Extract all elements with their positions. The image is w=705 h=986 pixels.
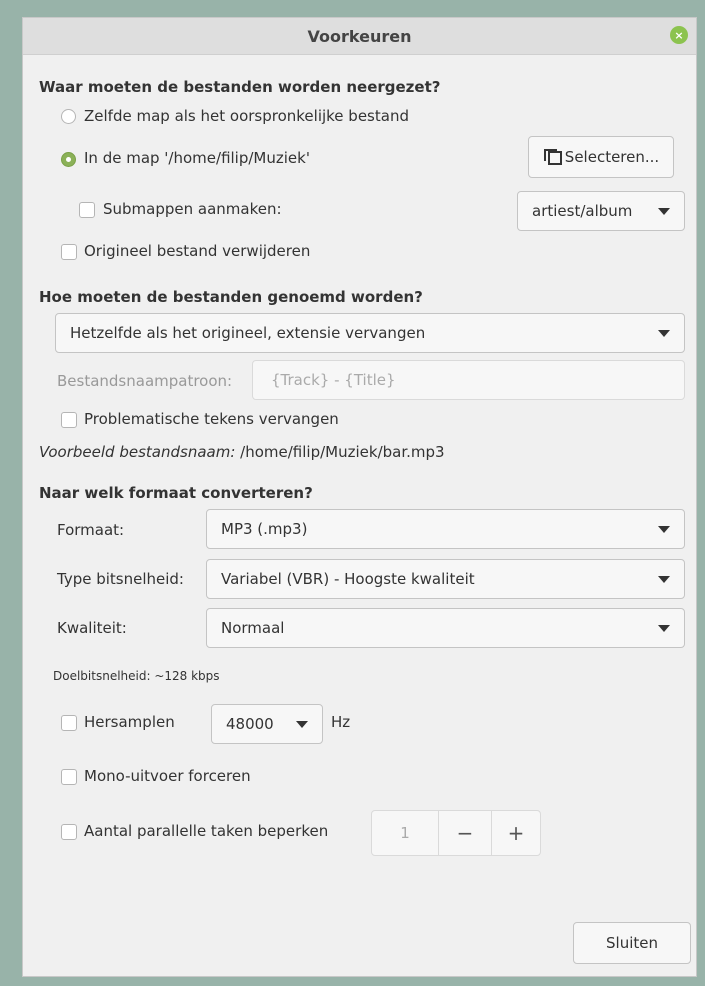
subfolders-label: Submappen aanmaken: — [103, 200, 282, 218]
format-value: MP3 (.mp3) — [221, 520, 308, 538]
plus-icon: + — [507, 821, 525, 845]
parallel-jobs-value[interactable]: 1 — [372, 811, 439, 855]
close-dialog-button[interactable]: Sluiten — [573, 922, 691, 964]
location-heading: Waar moeten de bestanden worden neergeze… — [39, 78, 441, 96]
close-dialog-label: Sluiten — [606, 934, 658, 952]
parallel-jobs-spinner: 1 − + — [371, 810, 541, 856]
select-folder-label: Selecteren... — [564, 148, 660, 166]
same-folder-label: Zelfde map als het oorspronkelijke besta… — [84, 107, 409, 125]
bitrate-type-label: Type bitsnelheid: — [57, 570, 184, 588]
replace-chars-label: Problematische tekens vervangen — [84, 410, 339, 428]
parallel-checkbox[interactable] — [61, 824, 77, 840]
naming-mode-select[interactable]: Hetzelfde als het origineel, extensie ve… — [55, 313, 685, 353]
delete-original-checkbox[interactable] — [61, 244, 77, 260]
mono-checkbox[interactable] — [61, 769, 77, 785]
naming-mode-value: Hetzelfde als het origineel, extensie ve… — [70, 324, 426, 342]
bitrate-type-select[interactable]: Variabel (VBR) - Hoogste kwaliteit — [206, 559, 685, 599]
mono-label: Mono-uitvoer forceren — [84, 767, 251, 785]
replace-chars-checkbox[interactable] — [61, 412, 77, 428]
chevron-down-icon — [658, 526, 670, 533]
quality-value: Normaal — [221, 619, 285, 637]
window-title: Voorkeuren — [307, 26, 412, 46]
subfolders-pattern-select[interactable]: artiest/album — [517, 191, 685, 231]
quality-select[interactable]: Normaal — [206, 608, 685, 648]
chevron-down-icon — [658, 576, 670, 583]
chevron-down-icon — [296, 721, 308, 728]
target-bitrate: Doelbitsnelheid: ~128 kbps — [53, 669, 220, 683]
preferences-window: Voorkeuren × Waar moeten de bestanden wo… — [22, 17, 697, 977]
in-folder-label: In de map '/home/filip/Muziek' — [84, 149, 310, 167]
resample-unit: Hz — [331, 713, 351, 731]
resample-rate-value: 48000 — [226, 715, 274, 733]
format-select[interactable]: MP3 (.mp3) — [206, 509, 685, 549]
resample-rate-select[interactable]: 48000 — [211, 704, 323, 744]
parallel-label: Aantal parallelle taken beperken — [84, 822, 329, 840]
pattern-input[interactable]: {Track} - {Title} — [252, 360, 685, 400]
title-bar: Voorkeuren × — [23, 18, 696, 55]
pattern-value: {Track} - {Title} — [271, 371, 396, 389]
subfolders-checkbox[interactable] — [79, 202, 95, 218]
delete-original-label: Origineel bestand verwijderen — [84, 242, 311, 260]
minus-icon: − — [456, 821, 474, 845]
format-label: Formaat: — [57, 521, 125, 539]
example-filename: Voorbeeld bestandsnaam: /home/filip/Muzi… — [39, 443, 445, 461]
pattern-label: Bestandsnaampatroon: — [57, 372, 233, 390]
example-label: Voorbeeld bestandsnaam: — [39, 443, 236, 461]
resample-label: Hersamplen — [84, 713, 175, 731]
quality-label: Kwaliteit: — [57, 619, 127, 637]
same-folder-radio[interactable] — [61, 109, 76, 124]
increment-button[interactable]: + — [492, 811, 540, 855]
decrement-button[interactable]: − — [439, 811, 492, 855]
chevron-down-icon — [658, 208, 670, 215]
close-window-button[interactable]: × — [670, 26, 688, 44]
chevron-down-icon — [658, 625, 670, 632]
folder-copy-icon — [543, 149, 562, 165]
subfolders-pattern-value: artiest/album — [532, 202, 633, 220]
resample-checkbox[interactable] — [61, 715, 77, 731]
example-value: /home/filip/Muziek/bar.mp3 — [240, 443, 445, 461]
naming-heading: Hoe moeten de bestanden genoemd worden? — [39, 288, 423, 306]
chevron-down-icon — [658, 330, 670, 337]
bitrate-type-value: Variabel (VBR) - Hoogste kwaliteit — [221, 570, 475, 588]
close-icon: × — [674, 28, 684, 42]
format-heading: Naar welk formaat converteren? — [39, 484, 313, 502]
in-folder-radio[interactable] — [61, 152, 76, 167]
select-folder-button[interactable]: Selecteren... — [528, 136, 674, 178]
